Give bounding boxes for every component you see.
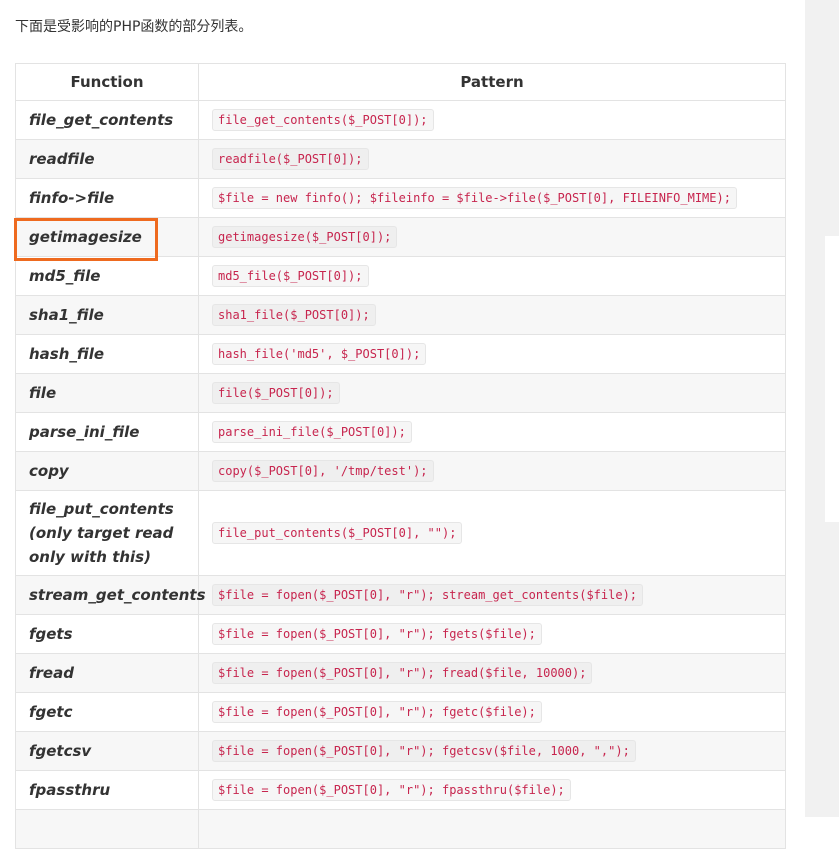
table-row: fread $file = fopen($_POST[0], "r"); fre…: [15, 653, 786, 693]
table-row: fgetcsv $file = fopen($_POST[0], "r"); f…: [15, 731, 786, 771]
pattern-cell: $file = fopen($_POST[0], "r"); stream_ge…: [198, 575, 786, 615]
table-row: sha1_file sha1_file($_POST[0]);: [15, 295, 786, 335]
function-cell: parse_ini_file: [15, 412, 199, 452]
table-row: hash_file hash_file('md5', $_POST[0]);: [15, 334, 786, 374]
pattern-code: parse_ini_file($_POST[0]);: [212, 421, 412, 443]
pattern-code: $file = fopen($_POST[0], "r"); fgetcsv($…: [212, 740, 636, 762]
table-row: copy copy($_POST[0], '/tmp/test');: [15, 451, 786, 491]
table-row: finfo->file $file = new finfo(); $filein…: [15, 178, 786, 218]
function-pattern-table: Function Pattern file_get_contents file_…: [15, 63, 786, 849]
pattern-code: $file = new finfo(); $fileinfo = $file->…: [212, 187, 737, 209]
pattern-code: md5_file($_POST[0]);: [212, 265, 369, 287]
table-row: stream_get_contents $file = fopen($_POST…: [15, 575, 786, 615]
pattern-code: getimagesize($_POST[0]);: [212, 226, 398, 248]
table-row: file file($_POST[0]);: [15, 373, 786, 413]
pattern-cell: md5_file($_POST[0]);: [198, 256, 786, 296]
table-row: parse_ini_file parse_ini_file($_POST[0])…: [15, 412, 786, 452]
pattern-code: $file = fopen($_POST[0], "r"); fread($fi…: [212, 662, 593, 684]
table-row: file_put_contents (only target read only…: [15, 490, 786, 576]
table-row: getimagesize getimagesize($_POST[0]);: [15, 217, 786, 257]
pattern-code: readfile($_POST[0]);: [212, 148, 369, 170]
pattern-cell: file_put_contents($_POST[0], "");: [198, 490, 786, 576]
table-row: readfile readfile($_POST[0]);: [15, 139, 786, 179]
pattern-cell: $file = new finfo(); $fileinfo = $file->…: [198, 178, 786, 218]
pattern-cell: copy($_POST[0], '/tmp/test');: [198, 451, 786, 491]
function-cell: fgets: [15, 614, 199, 654]
table-row: md5_file md5_file($_POST[0]);: [15, 256, 786, 296]
function-cell: fgetc: [15, 692, 199, 732]
pattern-cell-empty: [198, 809, 786, 849]
function-cell: file_get_contents: [15, 100, 199, 140]
pattern-cell: readfile($_POST[0]);: [198, 139, 786, 179]
pattern-code: file_put_contents($_POST[0], "");: [212, 522, 463, 544]
function-cell: finfo->file: [15, 178, 199, 218]
pattern-code: sha1_file($_POST[0]);: [212, 304, 376, 326]
table-row: fgets $file = fopen($_POST[0], "r"); fge…: [15, 614, 786, 654]
pattern-cell: $file = fopen($_POST[0], "r"); fgetc($fi…: [198, 692, 786, 732]
sidebar-widget: [825, 236, 839, 522]
pattern-cell: parse_ini_file($_POST[0]);: [198, 412, 786, 452]
header-pattern: Pattern: [198, 63, 786, 101]
function-cell: file: [15, 373, 199, 413]
function-cell: fread: [15, 653, 199, 693]
pattern-code: file($_POST[0]);: [212, 382, 340, 404]
function-cell: md5_file: [15, 256, 199, 296]
function-cell: fgetcsv: [15, 731, 199, 771]
intro-text: 下面是受影响的PHP函数的部分列表。: [15, 19, 253, 35]
pattern-code: $file = fopen($_POST[0], "r"); stream_ge…: [212, 584, 644, 606]
pattern-cell: hash_file('md5', $_POST[0]);: [198, 334, 786, 374]
pattern-cell: $file = fopen($_POST[0], "r"); fgets($fi…: [198, 614, 786, 654]
pattern-cell: file($_POST[0]);: [198, 373, 786, 413]
function-cell-empty: [15, 809, 199, 849]
table-row: [15, 809, 786, 849]
pattern-code: file_get_contents($_POST[0]);: [212, 109, 434, 131]
pattern-cell: $file = fopen($_POST[0], "r"); fpassthru…: [198, 770, 786, 810]
pattern-code: $file = fopen($_POST[0], "r"); fgetc($fi…: [212, 701, 542, 723]
function-cell: file_put_contents (only target read only…: [15, 490, 199, 576]
pattern-cell: file_get_contents($_POST[0]);: [198, 100, 786, 140]
pattern-cell: getimagesize($_POST[0]);: [198, 217, 786, 257]
pattern-code: $file = fopen($_POST[0], "r"); fgets($fi…: [212, 623, 542, 645]
table-row: file_get_contents file_get_contents($_PO…: [15, 100, 786, 140]
header-function: Function: [15, 63, 199, 101]
table-header-row: Function Pattern: [15, 63, 786, 101]
function-cell: readfile: [15, 139, 199, 179]
function-cell: copy: [15, 451, 199, 491]
table-row: fpassthru $file = fopen($_POST[0], "r");…: [15, 770, 786, 810]
function-cell: stream_get_contents: [15, 575, 206, 615]
pattern-cell: $file = fopen($_POST[0], "r"); fgetcsv($…: [198, 731, 786, 771]
pattern-code: $file = fopen($_POST[0], "r"); fpassthru…: [212, 779, 571, 801]
table-row: fgetc $file = fopen($_POST[0], "r"); fge…: [15, 692, 786, 732]
function-cell: sha1_file: [15, 295, 199, 335]
pattern-cell: sha1_file($_POST[0]);: [198, 295, 786, 335]
pattern-cell: $file = fopen($_POST[0], "r"); fread($fi…: [198, 653, 786, 693]
pattern-code: copy($_POST[0], '/tmp/test');: [212, 460, 434, 482]
function-cell-highlighted: getimagesize: [15, 217, 199, 257]
function-cell: fpassthru: [15, 770, 199, 810]
pattern-code: hash_file('md5', $_POST[0]);: [212, 343, 427, 365]
function-cell: hash_file: [15, 334, 199, 374]
sidebar-panel: [805, 0, 839, 817]
